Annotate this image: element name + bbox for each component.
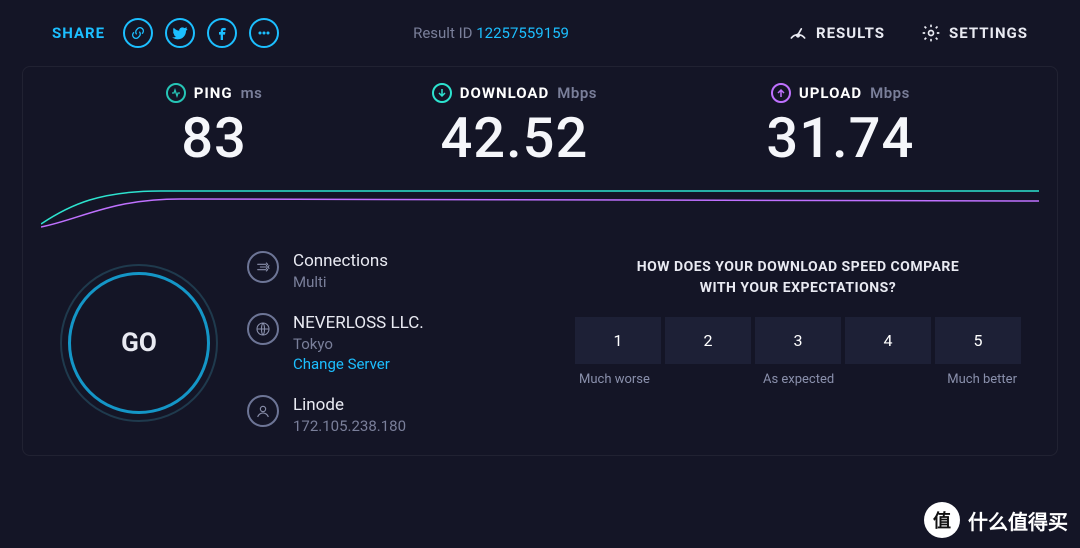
go-label: GO: [121, 328, 157, 358]
user-icon: [247, 395, 279, 427]
survey-question: HOW DOES YOUR DOWNLOAD SPEED COMPARE WIT…: [575, 257, 1021, 299]
ping-unit: ms: [241, 84, 263, 102]
ip-address: 172.105.238.180: [293, 417, 406, 435]
globe-icon: [247, 313, 279, 345]
twitter-icon[interactable]: [165, 18, 195, 48]
change-server-link[interactable]: Change Server: [293, 355, 424, 373]
top-bar: SHARE Result ID 12257559159 RESULTS SETT…: [0, 0, 1080, 66]
ping-label: PING: [194, 84, 233, 102]
download-metric: DOWNLOAD Mbps 42.52: [432, 83, 597, 171]
ping-metric: PING ms 83: [166, 83, 263, 171]
speed-graph: [41, 179, 1039, 229]
results-label: RESULTS: [816, 24, 885, 42]
metrics-row: PING ms 83 DOWNLOAD Mbps 42.52 UPLOAD Mb…: [41, 73, 1039, 179]
rating-3[interactable]: 3: [755, 317, 841, 364]
result-id: Result ID 12257559159: [413, 24, 569, 42]
upload-label: UPLOAD: [799, 84, 862, 102]
survey-question-line1: HOW DOES YOUR DOWNLOAD SPEED COMPARE: [575, 257, 1021, 278]
rating-labels: Much worse As expected Much better: [575, 372, 1021, 387]
server-location: Tokyo: [293, 335, 424, 353]
rating-label-mid: As expected: [763, 372, 834, 387]
share-label: SHARE: [52, 24, 105, 42]
download-value: 42.52: [432, 105, 597, 171]
rating-4[interactable]: 4: [845, 317, 931, 364]
download-icon: [432, 83, 452, 103]
ping-value: 83: [166, 105, 263, 171]
gear-icon: [921, 23, 941, 43]
gauge-icon: [788, 23, 808, 43]
connection-info: Connections Multi NEVERLOSS LLC. Tokyo C…: [247, 251, 547, 435]
result-panel: PING ms 83 DOWNLOAD Mbps 42.52 UPLOAD Mb…: [22, 66, 1058, 456]
download-unit: Mbps: [557, 84, 597, 102]
connections-icon: [247, 251, 279, 283]
rating-label-low: Much worse: [579, 372, 650, 387]
server-name: NEVERLOSS LLC.: [293, 313, 424, 333]
download-label: DOWNLOAD: [460, 84, 549, 102]
watermark-text: 什么值得买: [968, 506, 1068, 535]
lower-section: GO Connections Multi NEVERLOSS LLC. Toky…: [41, 229, 1039, 435]
isp-name: Linode: [293, 395, 406, 415]
connections-label: Connections: [293, 251, 388, 271]
upload-value: 31.74: [766, 105, 914, 171]
upload-unit: Mbps: [870, 84, 910, 102]
result-id-value[interactable]: 12257559159: [476, 24, 569, 42]
go-button[interactable]: GO: [74, 278, 204, 408]
facebook-icon[interactable]: [207, 18, 237, 48]
results-link[interactable]: RESULTS: [788, 23, 885, 43]
upload-metric: UPLOAD Mbps 31.74: [766, 83, 914, 171]
settings-link[interactable]: SETTINGS: [921, 23, 1028, 43]
rating-5[interactable]: 5: [935, 317, 1021, 364]
rating-1[interactable]: 1: [575, 317, 661, 364]
rating-label-high: Much better: [947, 372, 1017, 387]
rating-2[interactable]: 2: [665, 317, 751, 364]
upload-icon: [771, 83, 791, 103]
settings-label: SETTINGS: [949, 24, 1028, 42]
ping-icon: [166, 83, 186, 103]
survey: HOW DOES YOUR DOWNLOAD SPEED COMPARE WIT…: [575, 251, 1021, 435]
connections-value[interactable]: Multi: [293, 273, 388, 291]
share-link-icon[interactable]: [123, 18, 153, 48]
survey-question-line2: WITH YOUR EXPECTATIONS?: [575, 278, 1021, 299]
more-icon[interactable]: [249, 18, 279, 48]
watermark-badge: 值: [924, 502, 960, 538]
rating-row: 1 2 3 4 5: [575, 317, 1021, 364]
watermark: 值 什么值得买: [924, 502, 1068, 538]
result-id-label: Result ID: [413, 24, 472, 42]
